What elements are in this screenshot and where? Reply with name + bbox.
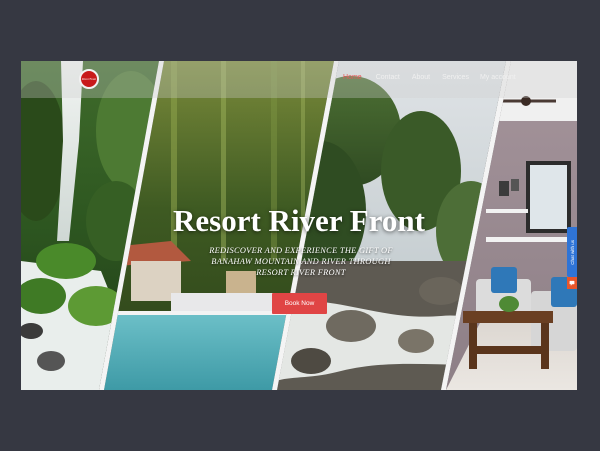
chat-button[interactable]	[567, 277, 577, 289]
nav-item-home[interactable]: Home	[343, 74, 362, 81]
hero-subtitle: REDISCOVER AND EXPERIENCE THE GIFT OF BA…	[209, 246, 393, 277]
logo-text: River Front	[82, 76, 96, 81]
website-viewport: River Front Home Contact About Services …	[21, 61, 577, 390]
main-navigation: Home Contact About Services My account	[343, 74, 516, 81]
book-now-button[interactable]: Book Now	[272, 293, 327, 314]
chat-tab-label: Chat with us	[569, 239, 575, 265]
chat-with-us-tab[interactable]: Chat with us	[567, 227, 577, 277]
nav-item-my-account[interactable]: My account	[480, 74, 516, 81]
chat-bubble-icon	[569, 280, 575, 286]
nav-item-contact[interactable]: Contact	[376, 74, 400, 81]
nav-item-services[interactable]: Services	[442, 74, 469, 81]
hero-title: Resort River Front	[173, 203, 425, 238]
nav-item-about[interactable]: About	[412, 74, 430, 81]
resort-logo[interactable]: River Front	[79, 69, 99, 89]
